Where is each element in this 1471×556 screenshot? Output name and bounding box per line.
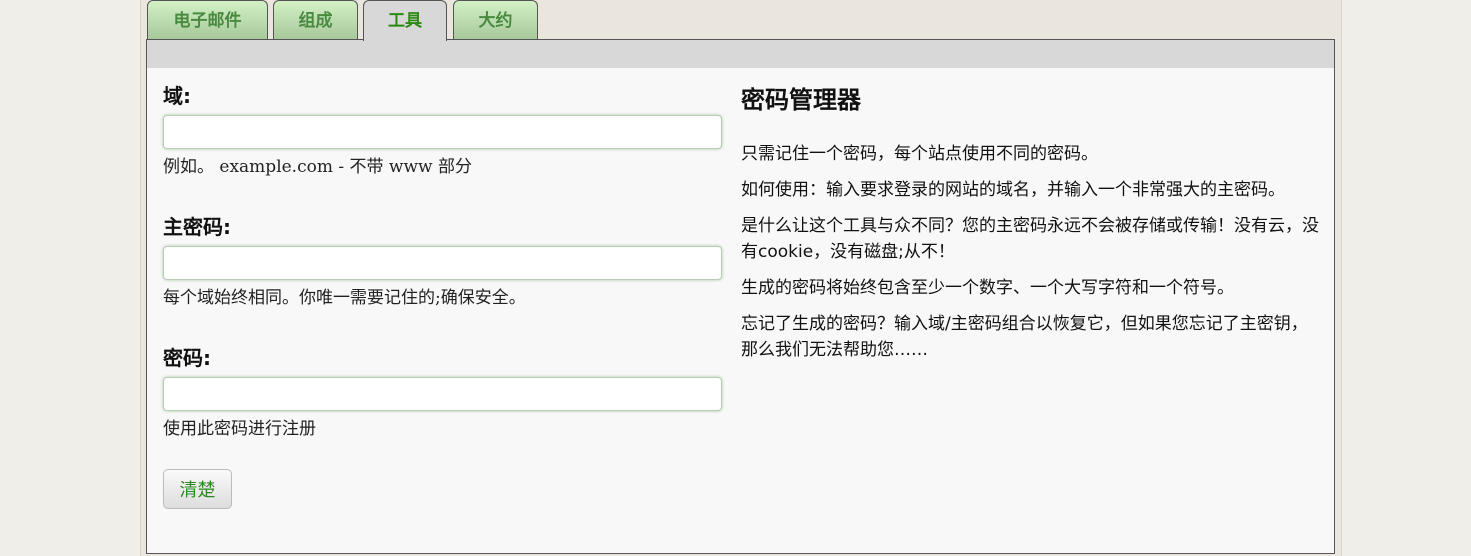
- tab-email[interactable]: 电子邮件: [147, 0, 268, 40]
- password-form: 域: 例如。 example.com - 不带 www 部分 主密码: 每个域始…: [163, 68, 723, 509]
- tab-about[interactable]: 大约: [453, 0, 538, 40]
- info-title: 密码管理器: [741, 86, 861, 114]
- info-paragraph: 是什么让这个工具与众不同？您的主密码永远不会被存储或传输！没有云，没有cooki…: [741, 216, 1319, 262]
- domain-hint: 例如。 example.com - 不带 www 部分: [163, 157, 472, 177]
- info-paragraph: 如何使用：输入要求登录的网站的域名，并输入一个非常强大的主密码。: [741, 180, 1285, 200]
- info-section: 密码管理器 只需记住一个密码，每个站点使用不同的密码。 如何使用：输入要求登录的…: [741, 80, 1321, 373]
- password-label: 密码:: [163, 346, 211, 370]
- generated-password-input[interactable]: [163, 377, 722, 411]
- tab-tools[interactable]: 工具: [363, 0, 447, 41]
- master-password-label: 主密码:: [163, 215, 231, 239]
- info-paragraph: 只需记住一个密码，每个站点使用不同的密码。: [741, 144, 1098, 164]
- info-paragraph: 忘记了生成的密码？输入域/主密码组合以恢复它，但如果您忘记了主密钥，那么我们无法…: [741, 314, 1308, 360]
- password-hint: 使用此密码进行注册: [163, 419, 316, 439]
- master-password-input[interactable]: [163, 246, 722, 280]
- tab-compose[interactable]: 组成: [273, 0, 358, 40]
- domain-input[interactable]: [163, 115, 722, 149]
- domain-label: 域:: [163, 84, 191, 108]
- tools-panel: 域: 例如。 example.com - 不带 www 部分 主密码: 每个域始…: [146, 39, 1335, 554]
- info-paragraph: 生成的密码将始终包含至少一个数字、一个大写字符和一个符号。: [741, 278, 1234, 298]
- master-password-hint: 每个域始终相同。你唯一需要记住的;确保安全。: [163, 288, 526, 308]
- panel-header-band: [147, 40, 1334, 68]
- clear-button[interactable]: 清楚: [163, 469, 232, 509]
